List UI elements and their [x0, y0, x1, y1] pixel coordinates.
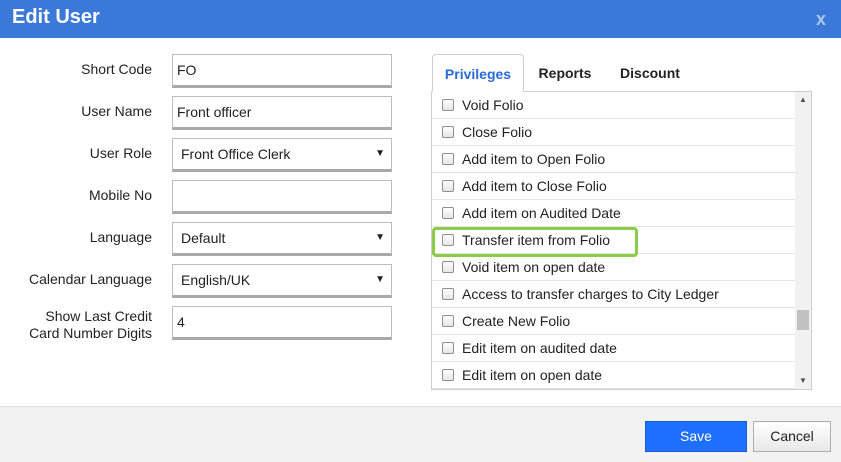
edit-user-dialog: Edit User x Short Code User Name User Ro… — [0, 0, 841, 462]
dialog-titlebar: Edit User x — [0, 0, 841, 38]
user-name-label: User Name — [81, 103, 152, 119]
user-role-select[interactable]: Front Office Clerk ▼ — [172, 138, 392, 172]
show-last-cc-label-line1: Show Last Credit — [45, 308, 152, 324]
list-item-label: Void Folio — [462, 97, 524, 113]
tab-discount[interactable]: Discount — [606, 54, 694, 92]
list-item[interactable]: Void Folio — [432, 92, 796, 119]
user-role-value: Front Office Clerk — [181, 146, 291, 162]
scrollbar-thumb[interactable] — [797, 310, 809, 330]
list-item[interactable]: Create New Folio — [432, 308, 796, 335]
list-item[interactable]: Edit item on audited date — [432, 335, 796, 362]
list-item[interactable]: Add item to Close Folio — [432, 173, 796, 200]
checkbox[interactable] — [442, 234, 454, 246]
show-last-cc-input[interactable]: 4 — [172, 306, 392, 340]
dropdown-arrow-icon: ▼ — [375, 274, 385, 285]
close-icon[interactable]: x — [816, 9, 826, 30]
checkbox[interactable] — [442, 369, 454, 381]
user-role-label: User Role — [89, 145, 152, 161]
checkbox[interactable] — [442, 153, 454, 165]
dialog-title: Edit User — [12, 6, 100, 28]
tab-privileges[interactable]: Privileges — [432, 54, 524, 92]
list-item[interactable]: Edit item on open date — [432, 362, 796, 389]
mobile-no-input[interactable] — [172, 180, 392, 214]
dialog-footer: Save Cancel — [0, 406, 841, 462]
language-label: Language — [89, 229, 152, 245]
privileges-list: Void Folio Close Folio Add item to Open … — [431, 91, 812, 390]
list-item-label: Transfer item from Folio — [462, 232, 611, 248]
list-item[interactable]: Close Folio — [432, 119, 796, 146]
show-last-cc-label-line2: Card Number Digits — [29, 325, 152, 341]
calendar-language-label: Calendar Language — [29, 271, 152, 287]
list-item[interactable]: Add item on Audited Date — [432, 200, 796, 227]
checkbox[interactable] — [442, 315, 454, 327]
language-value: Default — [181, 230, 226, 246]
list-item-label: Create New Folio — [462, 313, 571, 329]
list-item[interactable]: Access to transfer charges to City Ledge… — [432, 281, 796, 308]
list-item[interactable]: Add item to Open Folio — [432, 146, 796, 173]
list-item-label: Add item to Open Folio — [462, 151, 606, 167]
list-item-label: Access to transfer charges to City Ledge… — [462, 286, 719, 302]
cancel-button[interactable]: Cancel — [753, 421, 831, 452]
scroll-down-arrow-icon[interactable]: ▼ — [795, 373, 811, 389]
checkbox[interactable] — [442, 288, 454, 300]
short-code-label: Short Code — [81, 61, 152, 77]
scroll-up-arrow-icon[interactable]: ▲ — [795, 92, 811, 108]
list-item-label: Edit item on audited date — [462, 340, 617, 356]
list-item-label: Edit item on open date — [462, 367, 603, 383]
checkbox[interactable] — [442, 207, 454, 219]
calendar-language-value: English/UK — [181, 272, 251, 288]
calendar-language-select[interactable]: English/UK ▼ — [172, 264, 392, 298]
list-item-label: Add item to Close Folio — [462, 178, 607, 194]
list-item-label: Add item on Audited Date — [462, 205, 621, 221]
short-code-input[interactable]: FO — [172, 54, 392, 88]
user-name-input[interactable]: Front officer — [172, 96, 392, 130]
checkbox[interactable] — [442, 261, 454, 273]
tab-reports[interactable]: Reports — [524, 54, 606, 92]
show-last-cc-label: Show Last Credit Card Number Digits — [0, 308, 152, 342]
list-item-label: Void item on open date — [462, 259, 606, 275]
checkbox[interactable] — [442, 180, 454, 192]
dropdown-arrow-icon: ▼ — [375, 232, 385, 243]
checkbox[interactable] — [442, 342, 454, 354]
list-scrollbar[interactable]: ▲ ▼ — [795, 92, 811, 389]
checkbox[interactable] — [442, 99, 454, 111]
list-item[interactable]: Transfer item from Folio — [432, 227, 796, 254]
save-button[interactable]: Save — [645, 421, 747, 452]
checkbox[interactable] — [442, 126, 454, 138]
list-item[interactable]: Void item on open date — [432, 254, 796, 281]
list-item-label: Close Folio — [462, 124, 533, 140]
language-select[interactable]: Default ▼ — [172, 222, 392, 256]
dropdown-arrow-icon: ▼ — [375, 148, 385, 159]
mobile-no-label: Mobile No — [88, 187, 152, 203]
